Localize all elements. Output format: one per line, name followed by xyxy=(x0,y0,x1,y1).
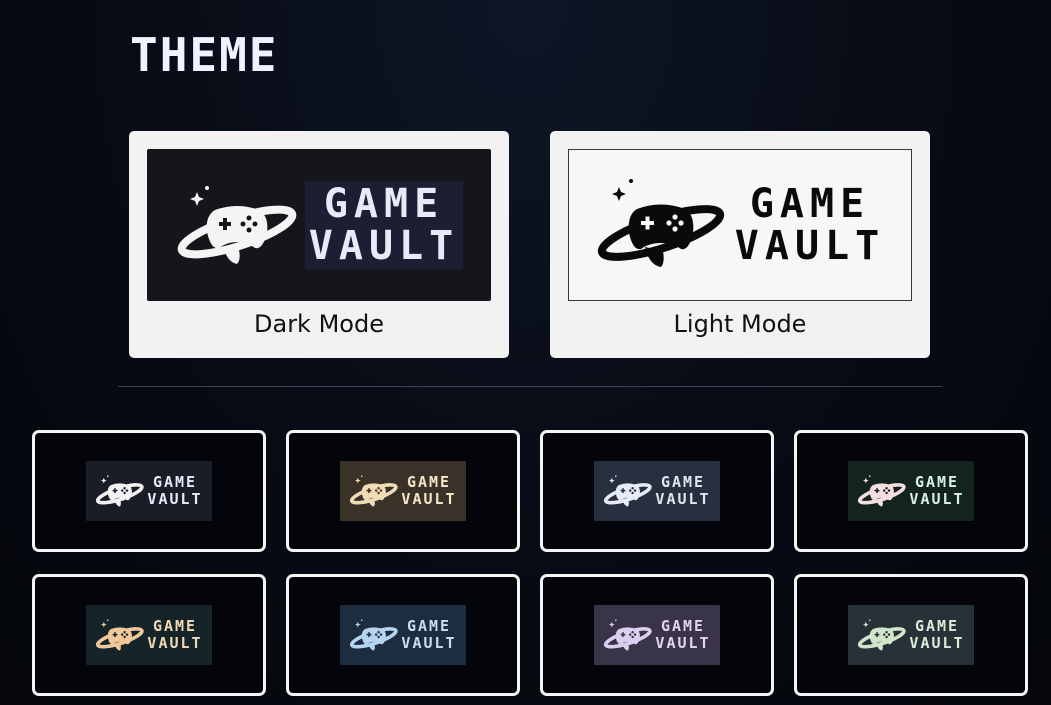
theme-preview: GAME VAULT xyxy=(86,605,212,665)
logo-wordmark: GAME VAULT xyxy=(304,181,464,269)
logo-line-2: VAULT xyxy=(147,634,203,652)
planet-controller-icon xyxy=(858,619,907,651)
theme-tile-5[interactable]: GAME VAULT xyxy=(32,574,266,696)
section-divider xyxy=(118,386,942,387)
logo-line-2: VAULT xyxy=(909,634,965,652)
theme-tile-3[interactable]: GAME VAULT xyxy=(540,430,774,552)
planet-controller-icon xyxy=(96,475,145,507)
theme-preview: GAME VAULT xyxy=(340,605,466,665)
logo-line-2: VAULT xyxy=(401,634,457,652)
logo-wordmark: GAME VAULT xyxy=(735,183,885,267)
planet-controller-icon xyxy=(604,475,653,507)
planet-controller-icon xyxy=(604,619,653,651)
logo-wordmark: GAME VAULT xyxy=(147,474,202,508)
logo-wordmark: GAME VAULT xyxy=(909,474,964,508)
theme-preview: GAME VAULT xyxy=(848,461,974,521)
dark-mode-label: Dark Mode xyxy=(254,310,384,338)
dark-mode-card[interactable]: GAME VAULT Dark Mode xyxy=(129,131,509,358)
logo-line-1: GAME xyxy=(152,473,198,491)
logo-line-1: GAME xyxy=(406,617,452,635)
theme-tile-4[interactable]: GAME VAULT xyxy=(794,430,1028,552)
dark-mode-preview: GAME VAULT xyxy=(147,149,491,301)
theme-preview: GAME VAULT xyxy=(594,461,720,521)
planet-controller-icon xyxy=(350,619,399,651)
logo-line-2: VAULT xyxy=(308,223,460,269)
theme-tile-1[interactable]: GAME VAULT xyxy=(32,430,266,552)
planet-controller-icon xyxy=(177,186,297,264)
logo-line-1: GAME xyxy=(152,617,198,635)
theme-tile-6[interactable]: GAME VAULT xyxy=(286,574,520,696)
logo-wordmark: GAME VAULT xyxy=(909,618,964,652)
logo-line-1: GAME xyxy=(914,473,960,491)
logo-line-1: GAME xyxy=(323,181,445,227)
logo-line-2: VAULT xyxy=(655,634,711,652)
logo-wordmark: GAME VAULT xyxy=(401,474,456,508)
theme-preview: GAME VAULT xyxy=(86,461,212,521)
logo-wordmark: GAME VAULT xyxy=(655,474,710,508)
planet-controller-icon xyxy=(350,475,399,507)
logo-line-1: GAME xyxy=(914,617,960,635)
theme-preview: GAME VAULT xyxy=(340,461,466,521)
theme-preview: GAME VAULT xyxy=(848,605,974,665)
logo-wordmark: GAME VAULT xyxy=(655,618,710,652)
theme-tile-8[interactable]: GAME VAULT xyxy=(794,574,1028,696)
logo-wordmark: GAME VAULT xyxy=(147,618,202,652)
light-mode-label: Light Mode xyxy=(673,310,807,338)
page-title: THEME xyxy=(130,28,279,82)
logo-line-1: GAME xyxy=(406,473,452,491)
logo-line-2: VAULT xyxy=(401,490,457,508)
theme-preview: GAME VAULT xyxy=(594,605,720,665)
logo-line-2: VAULT xyxy=(734,223,886,269)
logo-line-2: VAULT xyxy=(147,490,203,508)
logo-wordmark: GAME VAULT xyxy=(401,618,456,652)
theme-tile-7[interactable]: GAME VAULT xyxy=(540,574,774,696)
logo-line-1: GAME xyxy=(660,473,706,491)
theme-tile-2[interactable]: GAME VAULT xyxy=(286,430,520,552)
planet-controller-icon xyxy=(597,179,724,267)
planet-controller-icon xyxy=(858,475,907,507)
light-mode-preview: GAME VAULT xyxy=(568,149,912,301)
logo-line-2: VAULT xyxy=(655,490,711,508)
planet-controller-icon xyxy=(96,619,145,651)
logo-line-2: VAULT xyxy=(909,490,965,508)
logo-line-1: GAME xyxy=(749,181,871,227)
logo-line-1: GAME xyxy=(660,617,706,635)
light-mode-card[interactable]: GAME VAULT Light Mode xyxy=(550,131,930,358)
